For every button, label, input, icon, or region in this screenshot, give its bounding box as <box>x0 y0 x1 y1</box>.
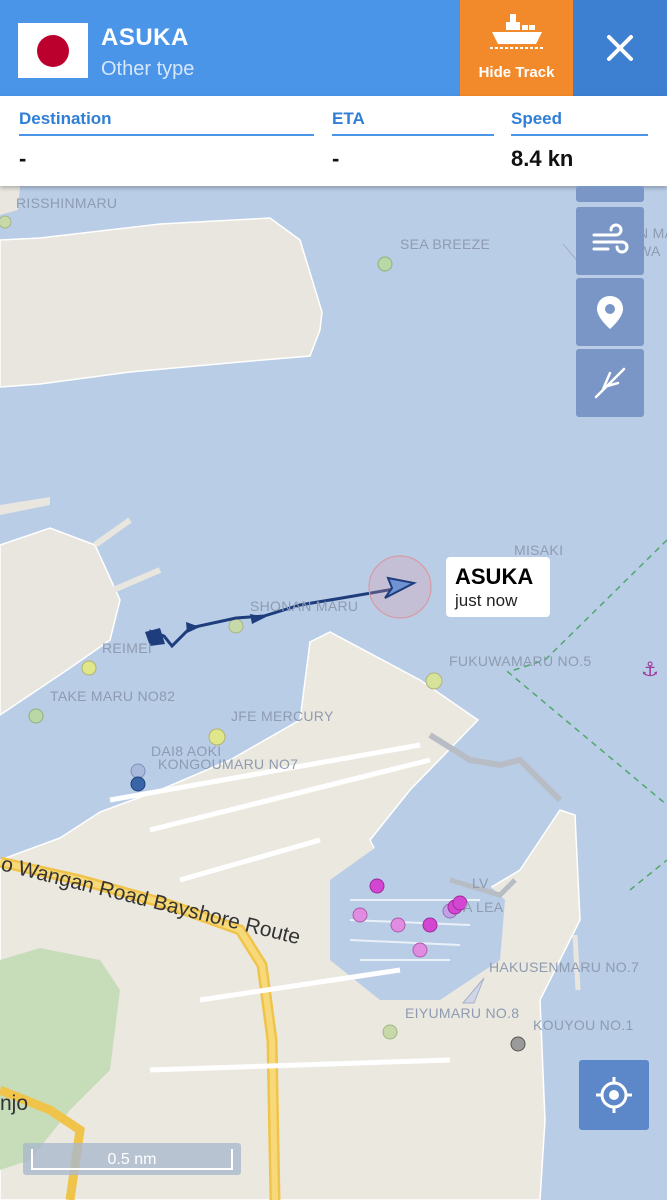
ship-label[interactable]: TAKE MARU NO82 <box>50 688 175 704</box>
ship-label[interactable]: SHONAN MARU <box>250 598 358 614</box>
divider <box>332 134 494 136</box>
destination-label: Destination <box>19 109 112 128</box>
pin-icon <box>597 296 623 329</box>
layers-button[interactable] <box>576 186 644 202</box>
location-pin-button[interactable] <box>576 278 644 346</box>
vessel-name: ASUKA <box>101 24 189 51</box>
ship-label[interactable]: JFE MERCURY <box>231 708 334 724</box>
close-icon <box>607 35 633 61</box>
ship-label[interactable]: MISAKI <box>514 542 563 558</box>
ship-label[interactable]: HAKUSENMARU NO.7 <box>489 959 639 975</box>
measure-button[interactable] <box>576 349 644 417</box>
speed-value: 8.4 kn <box>511 146 574 171</box>
road-label: njo <box>0 1092 28 1115</box>
ship-label[interactable]: KONGOUMARU NO7 <box>158 756 298 772</box>
map[interactable]: ⚓ RISSHINMARU SEA BREEZE NAN MA NEWA MIS… <box>0 186 667 1200</box>
divider <box>19 134 314 136</box>
speed-label: Speed <box>511 109 563 128</box>
wind-button[interactable] <box>576 207 644 275</box>
ship-label[interactable]: REIMEI <box>102 640 152 656</box>
eta-label: ETA <box>332 109 365 128</box>
vessel-type: Other type <box>101 58 195 80</box>
ship-label[interactable]: KOUYOU NO.1 <box>533 1017 634 1033</box>
ship-label[interactable]: FUKUWAMARU NO.5 <box>449 653 591 669</box>
ship-label[interactable]: LV <box>472 875 489 891</box>
close-button[interactable] <box>573 0 667 96</box>
svg-text:⚓: ⚓ <box>641 657 659 681</box>
hide-track-label: Hide Track <box>478 64 555 81</box>
destination-value: - <box>19 146 27 171</box>
eta-value: - <box>332 146 340 171</box>
callout-vessel-name: ASUKA <box>455 564 534 589</box>
ship-label[interactable]: EIYUMARU NO.8 <box>405 1005 519 1021</box>
japan-flag-icon <box>18 23 88 78</box>
locate-button[interactable] <box>579 1060 649 1130</box>
scale-bar: 0.5 nm <box>23 1143 241 1175</box>
wind-icon <box>592 223 629 254</box>
hide-track-button[interactable]: Hide Track <box>460 0 573 96</box>
scale-label: 0.5 nm <box>107 1151 157 1168</box>
ship-label[interactable]: A LEA <box>463 899 504 915</box>
ship-label[interactable]: SEA BREEZE <box>400 236 490 252</box>
cargo-ship-icon <box>490 14 544 49</box>
locate-icon <box>596 1077 632 1113</box>
divider <box>511 134 648 136</box>
vessel-info-bar: Destination - ETA - Speed 8.4 kn <box>0 96 667 186</box>
vessel-callout[interactable]: ASUKA just now <box>446 557 550 617</box>
callout-time: just now <box>455 591 518 610</box>
ship-label[interactable]: RISSHINMARU <box>16 195 117 211</box>
measure-icon <box>594 367 626 399</box>
